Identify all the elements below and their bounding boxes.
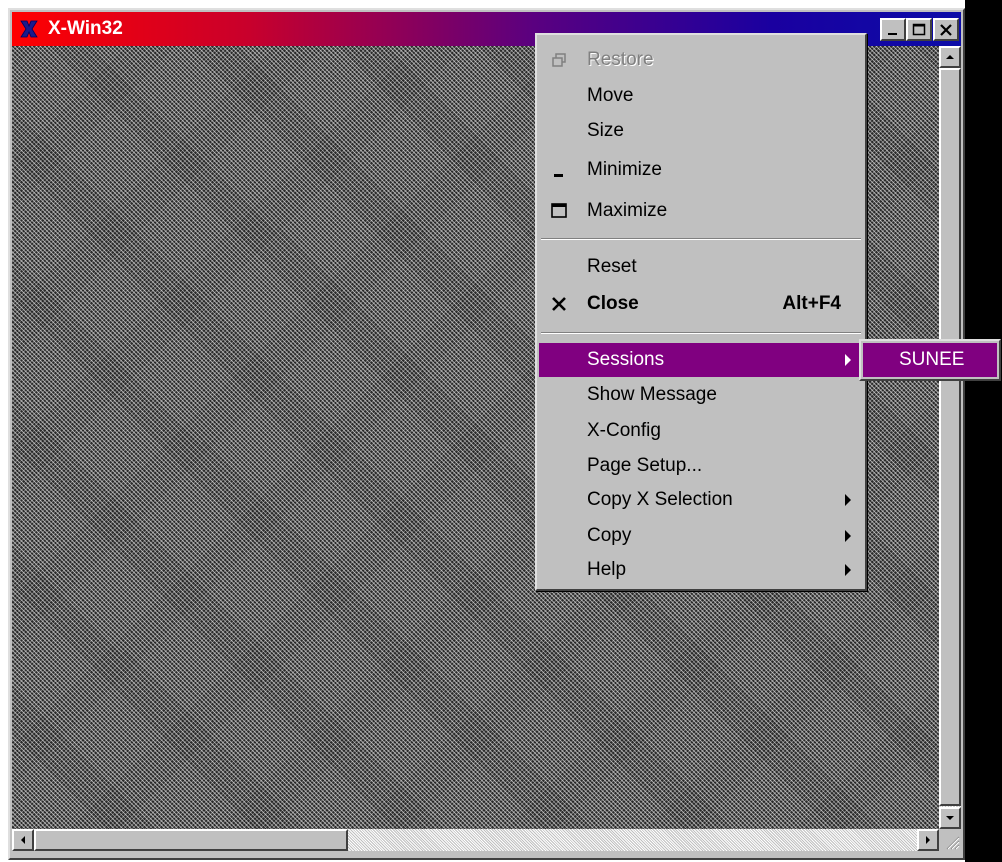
- menu-item-page-setup[interactable]: Page Setup...: [539, 449, 863, 483]
- minimize-icon: [547, 158, 571, 182]
- window-title: X-Win32: [48, 18, 123, 39]
- menu-item-x-config[interactable]: X-Config: [539, 414, 863, 448]
- menu-item-minimize[interactable]: Minimize: [539, 153, 863, 187]
- horizontal-scrollbar[interactable]: [12, 829, 939, 851]
- sessions-submenu: SUNEE: [859, 339, 1001, 381]
- resize-grip[interactable]: [939, 829, 961, 851]
- menu-item-size[interactable]: Size: [539, 114, 863, 148]
- restore-icon: [547, 48, 571, 72]
- menu-item-label: Sessions: [587, 349, 665, 370]
- menu-item-close[interactable]: Close Alt+F4: [539, 287, 863, 321]
- session-item-sunee[interactable]: SUNEE: [863, 343, 997, 377]
- menu-item-reset[interactable]: Reset: [539, 250, 863, 284]
- menu-item-label: Help: [587, 559, 627, 580]
- menu-item-label: Move: [587, 85, 634, 106]
- menu-item-move[interactable]: Move: [539, 79, 863, 113]
- menu-item-label: Show Message: [587, 384, 717, 405]
- maximize-button[interactable]: [906, 18, 932, 41]
- xwin32-logo-icon: [20, 20, 38, 38]
- minimize-button[interactable]: [880, 18, 906, 41]
- vertical-scroll-thumb[interactable]: [939, 68, 961, 806]
- minimize-icon: [888, 32, 897, 35]
- vertical-scrollbar[interactable]: [939, 46, 961, 829]
- menu-item-label: Copy X Selection: [587, 489, 733, 510]
- submenu-arrow-icon: [845, 494, 851, 506]
- submenu-arrow-icon: [845, 564, 851, 576]
- system-context-menu: Restore Move Size Minimize Maximize Rese…: [535, 33, 867, 591]
- menu-item-shortcut: Alt+F4: [782, 293, 841, 314]
- scroll-left-button[interactable]: [12, 829, 34, 851]
- menu-item-sessions[interactable]: Sessions: [539, 343, 863, 377]
- maximize-icon: [547, 199, 571, 223]
- close-button[interactable]: [933, 18, 959, 41]
- menu-item-label: Page Setup...: [587, 455, 703, 476]
- arrow-down-icon: [946, 816, 954, 820]
- scroll-down-button[interactable]: [939, 807, 961, 829]
- menu-item-maximize[interactable]: Maximize: [539, 194, 863, 228]
- menu-item-label: Minimize: [587, 159, 662, 180]
- arrow-up-icon: [946, 55, 954, 59]
- menu-item-show-message[interactable]: Show Message: [539, 378, 863, 412]
- menu-item-label: Size: [587, 120, 624, 141]
- menu-item-label: Close: [587, 293, 639, 314]
- menu-item-label: Restore: [587, 49, 654, 70]
- resize-grip-icon: [946, 836, 960, 850]
- menu-separator: [541, 238, 861, 240]
- close-icon: [547, 292, 571, 316]
- scroll-right-button[interactable]: [917, 829, 939, 851]
- arrow-left-icon: [21, 836, 25, 844]
- menu-item-copy[interactable]: Copy: [539, 519, 863, 553]
- arrow-right-icon: [926, 836, 930, 844]
- submenu-arrow-icon: [845, 354, 851, 366]
- session-item-label: SUNEE: [899, 349, 965, 370]
- menu-item-label: Maximize: [587, 200, 668, 221]
- menu-item-label: X-Config: [587, 420, 661, 441]
- submenu-arrow-icon: [845, 530, 851, 542]
- desktop-background: [965, 0, 1002, 862]
- menu-separator: [541, 332, 861, 334]
- scroll-up-button[interactable]: [939, 46, 961, 68]
- maximize-icon: [912, 23, 926, 35]
- horizontal-scroll-thumb[interactable]: [34, 829, 348, 851]
- menu-item-restore[interactable]: Restore: [539, 43, 863, 77]
- menu-item-label: Copy: [587, 525, 632, 546]
- menu-item-help[interactable]: Help: [539, 553, 863, 587]
- close-icon: [940, 23, 952, 36]
- menu-item-copy-x-selection[interactable]: Copy X Selection: [539, 483, 863, 517]
- menu-item-label: Reset: [587, 256, 637, 277]
